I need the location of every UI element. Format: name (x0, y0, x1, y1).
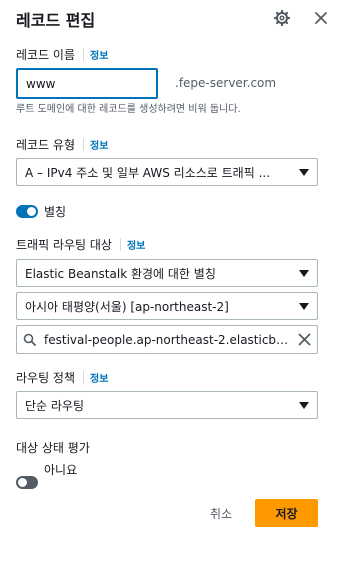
divider (83, 48, 85, 61)
chevron-down-icon (299, 168, 309, 176)
close-icon[interactable] (310, 7, 332, 29)
record-type-select[interactable]: A – IPv4 주소 및 일부 AWS 리소스로 트래픽 ... (16, 158, 318, 186)
save-button[interactable]: 저장 (255, 499, 318, 527)
routing-policy-select[interactable]: 단순 라우팅 (16, 391, 318, 419)
record-type-label-group: 레코드 유형 정보 (16, 136, 108, 153)
domain-suffix: .fepe-server.com (175, 76, 277, 90)
divider (83, 371, 85, 384)
health-check-toggle-label: 아니요 (44, 463, 78, 477)
chevron-down-icon (299, 401, 309, 409)
toggle-knob (18, 478, 27, 487)
environment-value: festival-people.ap-northeast-2.elasticbe… (44, 332, 292, 347)
search-icon (23, 333, 36, 346)
routing-policy-value: 단순 라우팅 (25, 398, 85, 413)
cancel-button[interactable]: 취소 (210, 505, 232, 522)
routing-policy-info-link[interactable]: 정보 (90, 370, 108, 385)
divider (83, 138, 85, 151)
routing-policy-label: 라우팅 정책 (16, 371, 76, 385)
endpoint-value: Elastic Beanstalk 환경에 대한 별칭 (25, 266, 216, 281)
alias-toggle[interactable] (16, 205, 38, 218)
record-type-value: A – IPv4 주소 및 일부 AWS 리소스로 트래픽 ... (25, 165, 271, 180)
chevron-down-icon (299, 302, 309, 310)
record-type-label: 레코드 유형 (16, 138, 76, 152)
endpoint-select[interactable]: Elastic Beanstalk 환경에 대한 별칭 (16, 259, 318, 287)
environment-search-input[interactable]: festival-people.ap-northeast-2.elasticbe… (16, 325, 318, 354)
divider (119, 238, 121, 251)
record-name-label-group: 레코드 이름 정보 (16, 46, 108, 63)
alias-label: 별칭 (44, 205, 67, 219)
gear-icon[interactable] (271, 7, 293, 29)
record-name-input[interactable]: www (16, 68, 158, 99)
clear-icon[interactable] (298, 333, 311, 346)
toggle-knob (27, 207, 36, 216)
traffic-target-label: 트래픽 라우팅 대상 (16, 238, 112, 252)
chevron-down-icon (299, 269, 309, 277)
region-value: 아시아 태평양(서울) [ap-northeast-2] (25, 299, 229, 314)
record-name-info-link[interactable]: 정보 (90, 47, 108, 62)
routing-policy-label-group: 라우팅 정책 정보 (16, 369, 108, 386)
record-name-value: www (26, 76, 56, 91)
page-title: 레코드 편집 (16, 11, 96, 30)
record-type-info-link[interactable]: 정보 (90, 137, 108, 152)
traffic-target-label-group: 트래픽 라우팅 대상 정보 (16, 236, 145, 253)
record-name-label: 레코드 이름 (16, 48, 76, 62)
health-check-label: 대상 상태 평가 (16, 441, 90, 455)
record-name-hint: 루트 도메인에 대한 레코드를 생성하려면 비워 둡니다. (16, 104, 241, 115)
traffic-target-info-link[interactable]: 정보 (127, 237, 145, 252)
region-select[interactable]: 아시아 태평양(서울) [ap-northeast-2] (16, 292, 318, 320)
health-check-toggle[interactable] (16, 476, 38, 489)
